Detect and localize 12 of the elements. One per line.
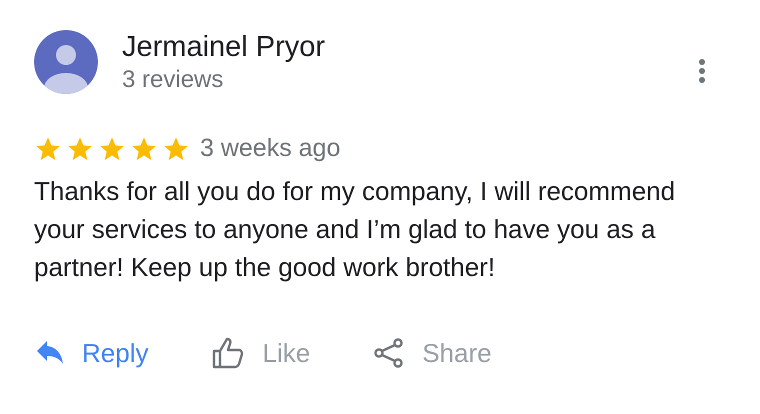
reply-button[interactable]: Reply	[32, 330, 152, 376]
avatar-icon	[34, 30, 98, 94]
like-button[interactable]: Like	[208, 330, 314, 376]
reply-icon	[36, 341, 64, 365]
review-time: 3 weeks ago	[200, 133, 340, 164]
review-text: Thanks for all you do for my company, I will recommend your services to anyone and I’m glad to have you as a partner! Keep up the good work brother!	[34, 174, 676, 284]
author-name[interactable]: Jermainel Pryor	[122, 30, 694, 64]
review-count: 3 reviews	[122, 65, 224, 95]
share-icon	[374, 338, 404, 368]
more-options-icon	[698, 58, 706, 84]
thumbs-up-icon	[212, 337, 244, 369]
share-button[interactable]: Share	[370, 330, 496, 376]
